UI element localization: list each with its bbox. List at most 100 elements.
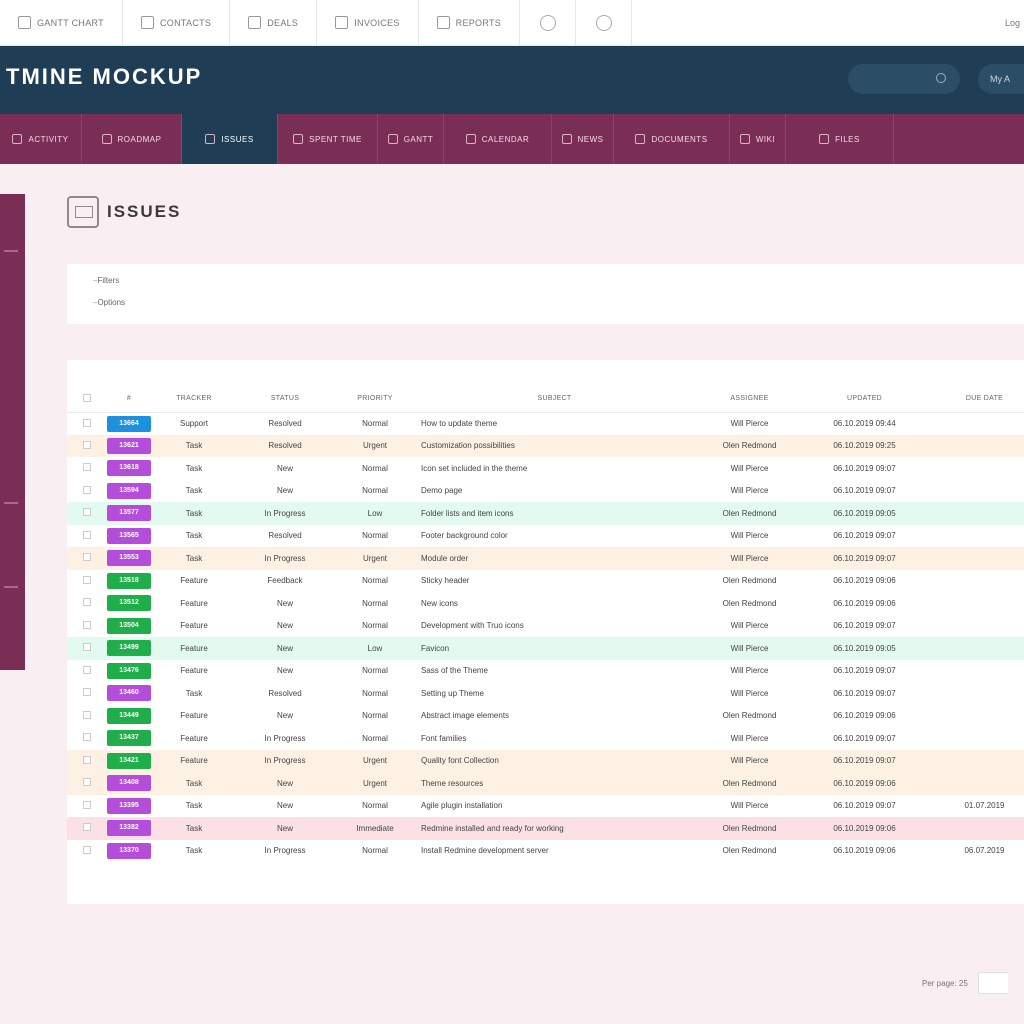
col-assignee-header[interactable]: Assignee <box>692 386 807 413</box>
tab-gantt[interactable]: Gantt <box>378 114 444 164</box>
tab-calendar[interactable]: Calendar <box>444 114 552 164</box>
id-cell[interactable]: 13504 <box>107 615 151 638</box>
issue-id-badge[interactable]: 13421 <box>107 752 151 769</box>
subject-link[interactable]: Setting up Theme <box>417 682 692 705</box>
issue-id-badge[interactable]: 13618 <box>107 460 151 477</box>
issue-id-badge[interactable]: 13382 <box>107 820 151 837</box>
id-cell[interactable]: 13512 <box>107 592 151 615</box>
table-row[interactable]: 13553 Task In Progress Urgent Module order Wi… <box>67 547 1024 570</box>
issue-id-badge[interactable]: 13621 <box>107 437 151 454</box>
subject-link[interactable]: Icon set included in the theme <box>417 457 692 480</box>
issue-id-badge[interactable]: 13664 <box>107 415 151 432</box>
table-row[interactable]: 13512 Feature New Normal New icons Olen Redmo… <box>67 592 1024 615</box>
id-cell[interactable]: 13476 <box>107 660 151 683</box>
table-row[interactable]: 13395 Task New Normal Agile plugin installat… <box>67 795 1024 818</box>
tab-issues[interactable]: Issues <box>182 114 278 164</box>
table-row[interactable]: 13518 Feature Feedback Normal Sticky header O… <box>67 570 1024 593</box>
row-checkbox[interactable] <box>67 457 107 480</box>
row-checkbox[interactable] <box>67 525 107 548</box>
id-cell[interactable]: 13449 <box>107 705 151 728</box>
col-status-header[interactable]: Status <box>237 386 333 413</box>
row-checkbox[interactable] <box>67 637 107 660</box>
issue-id-badge[interactable]: 13504 <box>107 617 151 634</box>
assignee-link[interactable]: Will Pierce <box>692 547 807 570</box>
table-row[interactable]: 13421 Feature In Progress Urgent Quality fon… <box>67 749 1024 772</box>
subject-link[interactable]: Install Redmine development server <box>417 840 692 863</box>
table-row[interactable]: 13664 Support Resolved Normal How to update … <box>67 412 1024 435</box>
table-row[interactable]: 13577 Task In Progress Low Folder lists and … <box>67 502 1024 525</box>
id-cell[interactable]: 13421 <box>107 749 151 772</box>
id-cell[interactable]: 13565 <box>107 525 151 548</box>
subject-link[interactable]: New icons <box>417 592 692 615</box>
table-row[interactable]: 13460 Task Resolved Normal Setting up Theme W… <box>67 682 1024 705</box>
assignee-link[interactable]: Will Pierce <box>692 525 807 548</box>
assignee-link[interactable]: Will Pierce <box>692 660 807 683</box>
tab-wiki[interactable]: Wiki <box>730 114 786 164</box>
table-row[interactable]: 13565 Task Resolved Normal Footer background… <box>67 525 1024 548</box>
id-cell[interactable]: 13594 <box>107 480 151 503</box>
search-input[interactable] <box>848 64 960 94</box>
subject-link[interactable]: Sticky header <box>417 570 692 593</box>
toolbar-item-2[interactable]: Deals <box>230 0 318 46</box>
sidebar-item[interactable] <box>4 502 18 504</box>
issue-id-badge[interactable]: 13565 <box>107 527 151 544</box>
select-all-checkbox[interactable] <box>67 386 107 413</box>
assignee-link[interactable]: Will Pierce <box>692 749 807 772</box>
toolbar-item-0[interactable]: Gantt chart <box>0 0 123 46</box>
page-selector[interactable] <box>977 972 1008 994</box>
assignee-link[interactable]: Will Pierce <box>692 682 807 705</box>
id-cell[interactable]: 13664 <box>107 412 151 435</box>
table-row[interactable]: 13382 Task New Immediate Redmine installed a… <box>67 817 1024 840</box>
subject-link[interactable]: Footer background color <box>417 525 692 548</box>
assignee-link[interactable]: Will Pierce <box>692 637 807 660</box>
issue-id-badge[interactable]: 13370 <box>107 842 151 859</box>
assignee-link[interactable]: Olen Redmond <box>692 772 807 795</box>
assignee-link[interactable]: Will Pierce <box>692 727 807 750</box>
subject-link[interactable]: Font families <box>417 727 692 750</box>
subject-link[interactable]: Module order <box>417 547 692 570</box>
assignee-link[interactable]: Olen Redmond <box>692 502 807 525</box>
login-link[interactable]: Log <box>1005 0 1024 46</box>
issue-id-badge[interactable]: 13553 <box>107 550 151 567</box>
row-checkbox[interactable] <box>67 772 107 795</box>
table-row[interactable]: 13408 Task New Urgent Theme resources Olen Re… <box>67 772 1024 795</box>
col-id-header[interactable]: # <box>107 386 151 413</box>
issue-id-badge[interactable]: 13395 <box>107 797 151 814</box>
table-row[interactable]: 13476 Feature New Normal Sass of the Theme Wi… <box>67 660 1024 683</box>
subject-link[interactable]: How to update theme <box>417 412 692 435</box>
issue-id-badge[interactable]: 13577 <box>107 505 151 522</box>
table-row[interactable]: 13449 Feature New Normal Abstract image elem… <box>67 705 1024 728</box>
settings-button[interactable] <box>576 0 633 46</box>
toolbar-item-3[interactable]: Invoices <box>317 0 419 46</box>
table-row[interactable]: 13370 Task In Progress Normal Install Redmin… <box>67 840 1024 863</box>
row-checkbox[interactable] <box>67 480 107 503</box>
col-tracker-header[interactable]: Tracker <box>151 386 237 413</box>
row-checkbox[interactable] <box>67 749 107 772</box>
id-cell[interactable]: 13382 <box>107 817 151 840</box>
id-cell[interactable]: 13408 <box>107 772 151 795</box>
assignee-link[interactable]: Olen Redmond <box>692 434 807 457</box>
issue-id-badge[interactable]: 13437 <box>107 730 151 747</box>
subject-link[interactable]: Agile plugin installation <box>417 795 692 818</box>
sidebar[interactable] <box>0 194 25 670</box>
id-cell[interactable]: 13518 <box>107 570 151 593</box>
col-due-date-header[interactable]: Due date <box>922 386 1024 413</box>
assignee-link[interactable]: Olen Redmond <box>692 570 807 593</box>
issue-id-badge[interactable]: 13594 <box>107 482 151 499</box>
table-row[interactable]: 13618 Task New Normal Icon set included in t… <box>67 457 1024 480</box>
table-row[interactable]: 13621 Task Resolved Urgent Customization pos… <box>67 434 1024 457</box>
subject-link[interactable]: Sass of the Theme <box>417 660 692 683</box>
id-cell[interactable]: 13577 <box>107 502 151 525</box>
subject-link[interactable]: Theme resources <box>417 772 692 795</box>
row-checkbox[interactable] <box>67 727 107 750</box>
row-checkbox[interactable] <box>67 817 107 840</box>
tab-news[interactable]: News <box>552 114 614 164</box>
tab-roadmap[interactable]: Roadmap <box>82 114 182 164</box>
assignee-link[interactable]: Will Pierce <box>692 412 807 435</box>
row-checkbox[interactable] <box>67 434 107 457</box>
id-cell[interactable]: 13370 <box>107 840 151 863</box>
subject-link[interactable]: Abstract image elements <box>417 705 692 728</box>
subject-link[interactable]: Redmine installed and ready for working <box>417 817 692 840</box>
sidebar-item[interactable] <box>4 250 18 252</box>
table-row[interactable]: 13594 Task New Normal Demo page Will Pierce 06… <box>67 480 1024 503</box>
